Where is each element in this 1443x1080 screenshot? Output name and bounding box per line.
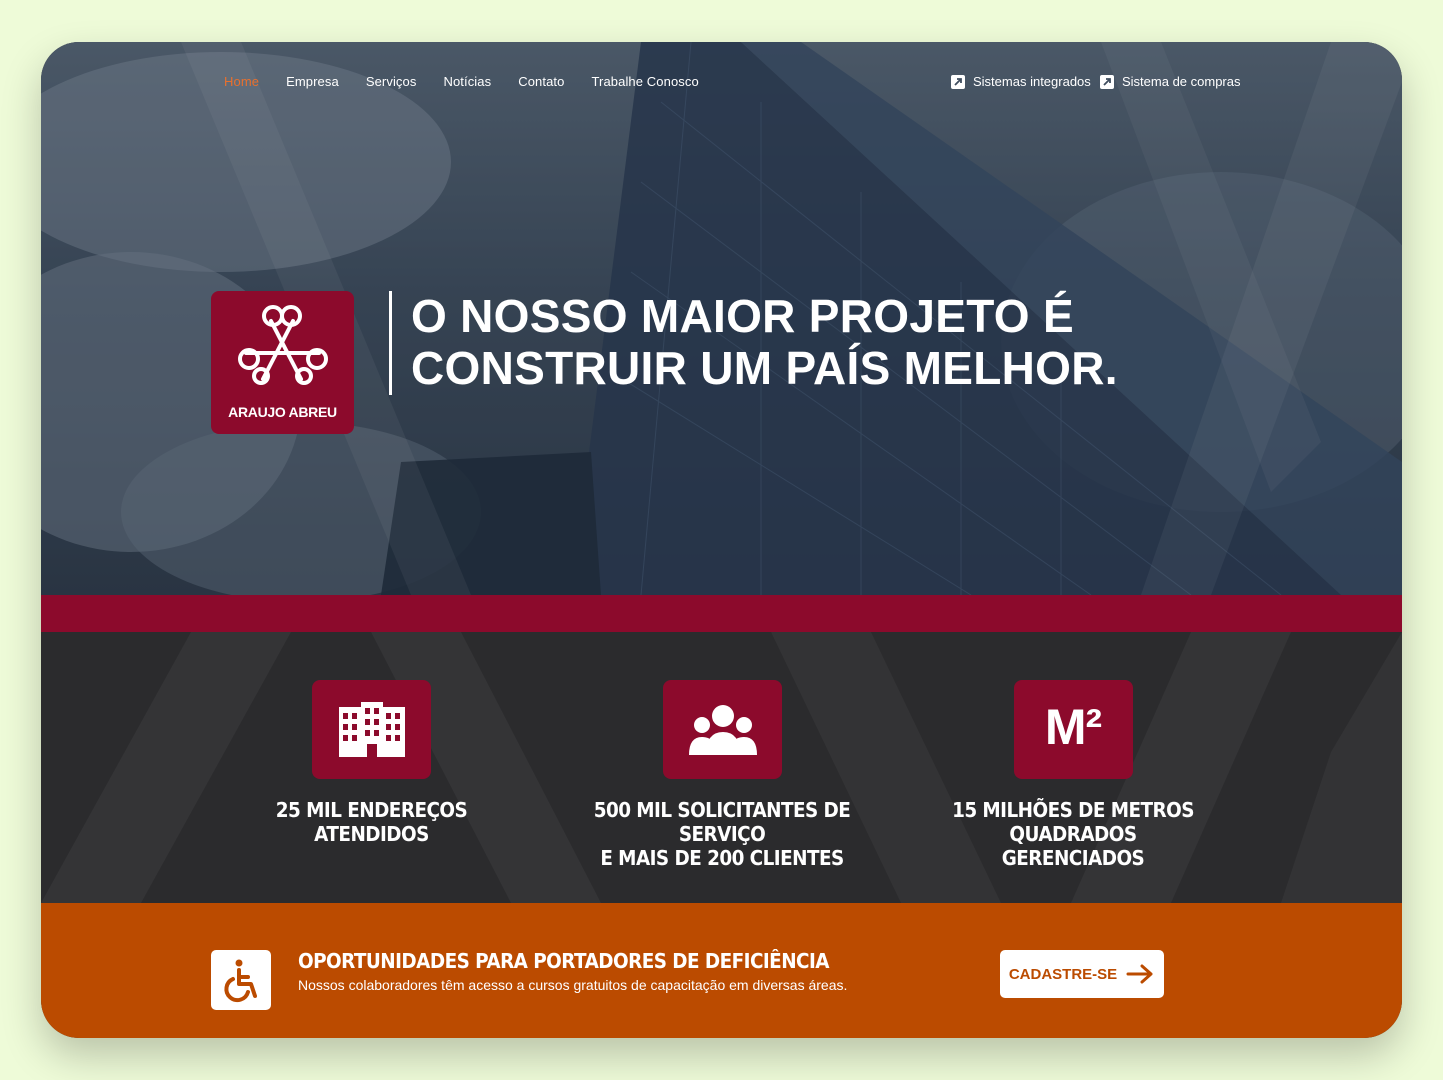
arrow-right-icon (1126, 964, 1153, 984)
sistema-de-compras-label: Sistema de compras (1122, 74, 1241, 89)
stat-metros: M² 15 MILHÕES DE METROS QUADRADOS GERENC… (933, 680, 1213, 870)
sistema-de-compras-link[interactable]: Sistema de compras (1100, 74, 1241, 89)
sistemas-integrados-label: Sistemas integrados (973, 74, 1091, 89)
opportunity-title: OPORTUNIDADES PARA PORTADORES DE DEFICIÊ… (298, 949, 830, 973)
stat-solicitantes-line-2: E MAIS DE 200 CLIENTES (600, 846, 844, 870)
people-icon (662, 680, 782, 779)
sistemas-integrados-link[interactable]: Sistemas integrados (951, 74, 1091, 89)
stat-enderecos: 25 MIL ENDEREÇOS ATENDIDOS (214, 680, 529, 846)
cadastre-se-button[interactable]: CADASTRE-SE (1000, 950, 1164, 998)
stat-enderecos-line-1: 25 MIL ENDEREÇOS ATENDIDOS (275, 798, 468, 846)
main-nav: Home Empresa Serviços Notícias Contato T… (224, 74, 726, 89)
wheelchair-icon (211, 950, 271, 1010)
hero-section: Home Empresa Serviços Notícias Contato T… (41, 42, 1402, 595)
stat-metros-line-2: QUADRADOS GERENCIADOS (1001, 822, 1145, 870)
stat-solicitantes-line-1: 500 MIL SOLICITANTES DE SERVIÇO (593, 798, 851, 846)
external-link-icon (1100, 74, 1114, 89)
logo-mark-icon (238, 305, 328, 385)
building-icon (312, 680, 431, 779)
stat-solicitantes-label: 500 MIL SOLICITANTES DE SERVIÇO E MAIS D… (567, 798, 878, 870)
external-link-icon (951, 74, 965, 89)
stat-enderecos-label: 25 MIL ENDEREÇOS ATENDIDOS (227, 798, 517, 846)
nav-contato[interactable]: Contato (518, 74, 564, 89)
m2-icon-text: M² (1044, 699, 1102, 755)
company-logo[interactable]: ARAUJO ABREU (211, 291, 354, 434)
stat-solicitantes: 500 MIL SOLICITANTES DE SERVIÇO E MAIS D… (553, 680, 891, 870)
nav-trabalhe-conosco[interactable]: Trabalhe Conosco (591, 74, 698, 89)
stats-section: 25 MIL ENDEREÇOS ATENDIDOS 500 MIL SOLIC… (41, 632, 1402, 903)
cadastre-se-label: CADASTRE-SE (1008, 965, 1118, 983)
divider (389, 291, 392, 395)
stat-metros-label: 15 MILHÕES DE METROS QUADRADOS GERENCIAD… (944, 798, 1202, 870)
page-card: Home Empresa Serviços Notícias Contato T… (41, 42, 1402, 1038)
nav-servicos[interactable]: Serviços (366, 74, 417, 89)
nav-empresa[interactable]: Empresa (286, 74, 339, 89)
nav-home[interactable]: Home (224, 74, 259, 89)
headline-line-1: O NOSSO MAIOR PROJETO É (411, 290, 1074, 342)
logo-text: ARAUJO ABREU (228, 404, 337, 420)
m2-icon: M² (1013, 680, 1133, 779)
nav-noticias[interactable]: Notícias (443, 74, 491, 89)
hero-headline: O NOSSO MAIOR PROJETO É CONSTRUIR UM PAÍ… (411, 290, 1118, 394)
headline-line-2: CONSTRUIR UM PAÍS MELHOR. (411, 342, 1118, 394)
red-band (41, 595, 1402, 632)
stat-metros-line-1: 15 MILHÕES DE METROS (952, 798, 1194, 822)
opportunity-section: OPORTUNIDADES PARA PORTADORES DE DEFICIÊ… (41, 903, 1402, 1038)
opportunity-text: Nossos colaboradores têm acesso a cursos… (298, 977, 848, 993)
